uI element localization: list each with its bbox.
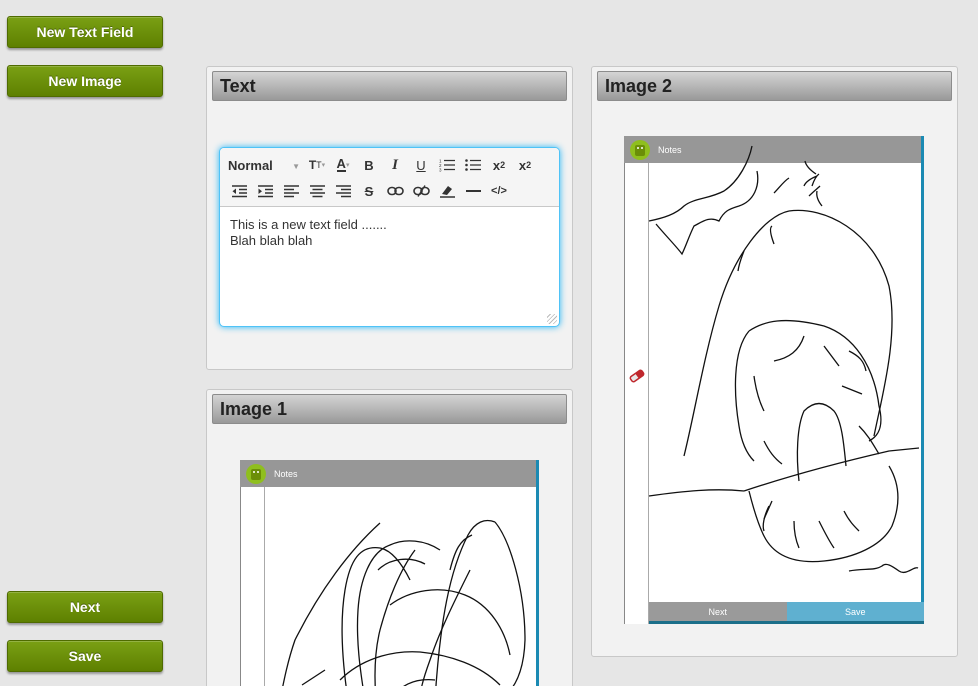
editor-text-line: This is a new text field ....... xyxy=(230,217,387,232)
new-image-button[interactable]: New Image xyxy=(7,65,163,97)
next-button[interactable]: Next xyxy=(7,591,163,623)
caret-down-icon: ▼ xyxy=(292,162,300,171)
ordered-list-icon[interactable]: 123 xyxy=(434,154,460,176)
align-right-icon[interactable] xyxy=(330,180,356,202)
italic-icon[interactable]: I xyxy=(382,154,408,176)
unlink-icon[interactable] xyxy=(408,180,434,202)
subscript-icon[interactable]: x2 xyxy=(486,154,512,176)
text-panel-title: Text xyxy=(212,71,567,101)
image1-screenshot: Notes xyxy=(240,460,539,686)
image2-panel: Image 2 Notes Next Save xyxy=(591,66,958,657)
unordered-list-icon[interactable] xyxy=(460,154,486,176)
bold-icon[interactable]: B xyxy=(356,154,382,176)
resize-handle-icon[interactable] xyxy=(547,314,557,324)
outdent-icon[interactable] xyxy=(226,180,252,202)
editor-text-line: Blah blah blah xyxy=(230,233,313,248)
editor-content[interactable]: This is a new text field ....... Blah bl… xyxy=(220,207,559,259)
paragraph-style-select[interactable]: Normal ▼ xyxy=(226,154,304,176)
save-button[interactable]: Save xyxy=(7,640,163,672)
indent-icon[interactable] xyxy=(252,180,278,202)
font-size-icon[interactable]: T T ▾ xyxy=(304,154,330,176)
editor-toolbar: Normal ▼ T T ▾ A ▾ B I U 123 x2 x2 S </> xyxy=(220,148,559,207)
source-code-icon[interactable]: </> xyxy=(486,180,512,202)
screenshot-footer: Next Save xyxy=(649,602,924,624)
align-center-icon[interactable] xyxy=(304,180,330,202)
link-icon[interactable] xyxy=(382,180,408,202)
sketch-drawing xyxy=(648,145,920,574)
remove-format-icon[interactable] xyxy=(434,180,460,202)
text-panel: Text Normal ▼ T T ▾ A ▾ B I U 123 x2 x 2… xyxy=(206,66,573,370)
strikethrough-icon[interactable]: S xyxy=(356,180,382,202)
rich-text-editor[interactable]: Normal ▼ T T ▾ A ▾ B I U 123 x2 x2 S </>… xyxy=(219,147,560,327)
screenshot-save-button: Save xyxy=(786,602,924,624)
underline-icon[interactable]: U xyxy=(408,154,434,176)
horizontal-rule-icon[interactable] xyxy=(460,180,486,202)
new-text-field-button[interactable]: New Text Field xyxy=(7,16,163,48)
image1-panel-title: Image 1 xyxy=(212,394,567,424)
image2-panel-title: Image 2 xyxy=(597,71,952,101)
align-left-icon[interactable] xyxy=(278,180,304,202)
sketch-drawing xyxy=(282,519,526,686)
screenshot-next-button: Next xyxy=(649,602,787,624)
superscript-icon[interactable]: x2 xyxy=(512,154,538,176)
image1-panel: Image 1 Notes xyxy=(206,389,573,686)
image2-screenshot: Notes Next Save xyxy=(624,136,924,624)
font-color-icon[interactable]: A ▾ xyxy=(330,154,356,176)
paragraph-style-label: Normal xyxy=(228,157,273,173)
svg-text:3: 3 xyxy=(439,168,442,173)
